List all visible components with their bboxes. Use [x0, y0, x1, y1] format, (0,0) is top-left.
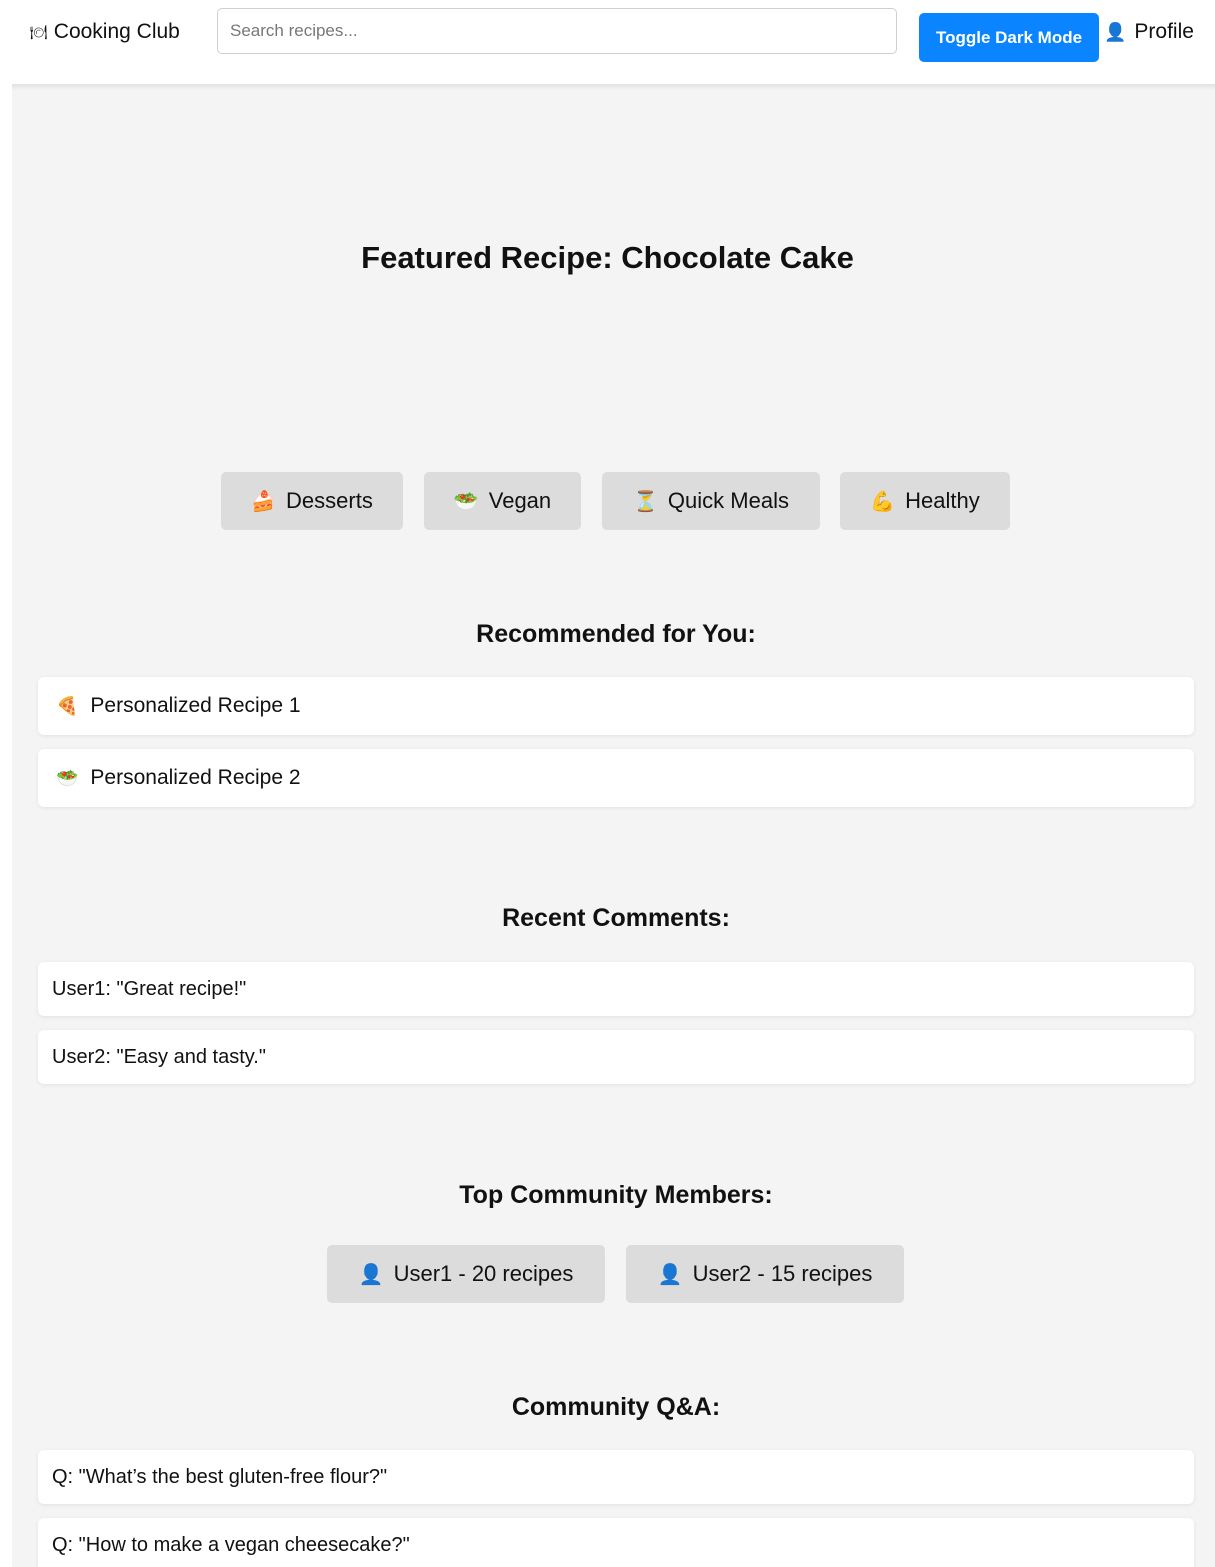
hourglass-icon: ⏳ [633, 490, 658, 513]
qa-item[interactable]: Q: "How to make a vegan cheesecake?" [38, 1518, 1194, 1567]
category-label: Healthy [905, 488, 980, 513]
member-label: User1 - 20 recipes [393, 1261, 574, 1286]
qa-question-text: Q: "How to make a vegan cheesecake?" [52, 1533, 410, 1556]
member-user2-button[interactable]: 👤 User2 - 15 recipes [626, 1245, 904, 1303]
profile-label: Profile [1134, 20, 1194, 43]
top-navbar: 🍽 Cooking Club Toggle Dark Mode 👤 Profil… [0, 0, 1215, 84]
top-members-title: Top Community Members: [459, 1181, 773, 1209]
category-quick-meals-button[interactable]: ⏳ Quick Meals [602, 472, 820, 530]
member-user1-button[interactable]: 👤 User1 - 20 recipes [327, 1245, 605, 1303]
category-healthy-button[interactable]: 💪 Healthy [840, 472, 1010, 530]
qa-item[interactable]: Q: "What’s the best gluten-free flour?" [38, 1450, 1194, 1504]
toggle-dark-mode-button[interactable]: Toggle Dark Mode [919, 13, 1099, 62]
recommended-item-label: Personalized Recipe 1 [90, 694, 301, 717]
user-icon: 👤 [1104, 21, 1127, 42]
salad-icon: 🥗 [56, 767, 79, 788]
profile-link[interactable]: 👤 Profile [1104, 19, 1194, 45]
member-label: User2 - 15 recipes [692, 1261, 873, 1286]
user-icon: 👤 [657, 1263, 683, 1286]
brand-logo[interactable]: 🍽 Cooking Club [30, 19, 180, 45]
category-vegan-button[interactable]: 🥗 Vegan [424, 472, 581, 530]
recommended-item[interactable]: 🥗 Personalized Recipe 2 [38, 749, 1194, 807]
comment-item: User2: "Easy and tasty." [38, 1030, 1194, 1084]
comment-text: User1: "Great recipe!" [52, 977, 247, 1000]
search-input[interactable] [217, 8, 897, 54]
comment-item: User1: "Great recipe!" [38, 962, 1194, 1016]
category-desserts-button[interactable]: 🍰 Desserts [221, 472, 403, 530]
recommended-item-label: Personalized Recipe 2 [90, 766, 301, 789]
salad-icon: 🥗 [453, 490, 479, 513]
featured-recipe-title: Featured Recipe: Chocolate Cake [361, 240, 854, 275]
category-label: Vegan [488, 488, 552, 513]
recommended-title: Recommended for You: [476, 620, 756, 648]
brand-label: Cooking Club [53, 20, 180, 43]
community-qa-title: Community Q&A: [511, 1393, 721, 1421]
category-label: Quick Meals [667, 488, 789, 513]
pizza-icon: 🍕 [56, 695, 79, 716]
comment-text: User2: "Easy and tasty." [52, 1045, 266, 1068]
recent-comments-title: Recent Comments: [502, 904, 730, 932]
category-label: Desserts [286, 488, 373, 513]
flexed-biceps-icon: 💪 [870, 490, 896, 513]
header-shadow [12, 84, 1215, 90]
recommended-item[interactable]: 🍕 Personalized Recipe 1 [38, 677, 1194, 735]
plate-icon: 🍽 [30, 23, 48, 40]
cake-icon: 🍰 [251, 490, 277, 513]
user-icon: 👤 [358, 1263, 384, 1286]
qa-question-text: Q: "What’s the best gluten-free flour?" [52, 1465, 388, 1488]
main-content [12, 84, 1215, 1567]
